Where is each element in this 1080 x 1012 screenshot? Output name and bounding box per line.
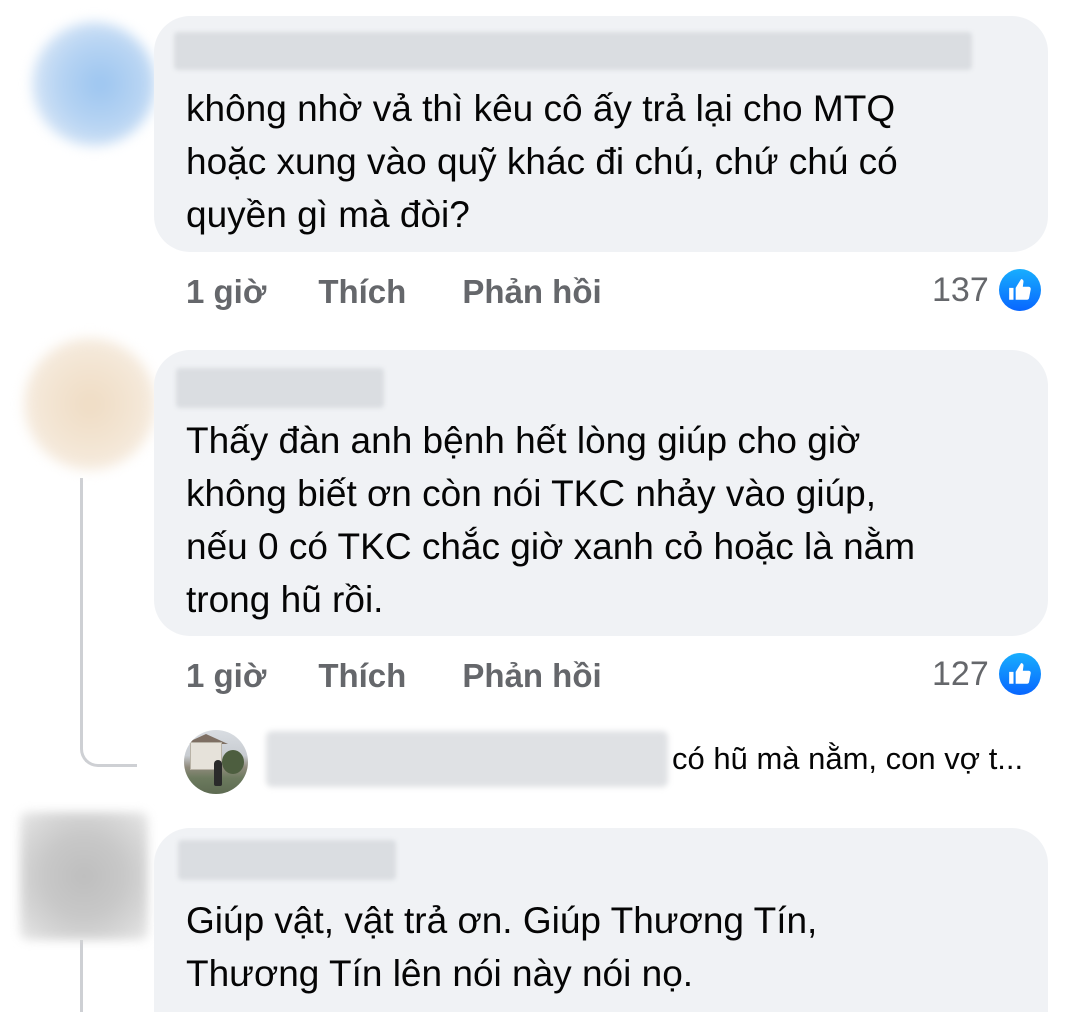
like-thumbs-up-icon xyxy=(998,653,1041,695)
comment-text: không nhờ vả thì kêu cô ấy trả lại cho M… xyxy=(186,88,898,235)
like-button[interactable]: Thích xyxy=(318,657,406,695)
reply-avatar[interactable] xyxy=(184,730,248,794)
reaction-summary[interactable]: 127 xyxy=(932,652,1041,696)
photo-tree xyxy=(222,750,244,774)
like-button[interactable]: Thích xyxy=(318,273,406,311)
comment-timestamp[interactable]: 1 giờ xyxy=(186,273,266,311)
comment-text: Giúp vật, vật trả ơn. Giúp Thương Tín, T… xyxy=(186,900,818,994)
author-name-blurred[interactable] xyxy=(176,368,384,408)
reply-preview[interactable]: có hũ mà nằm, con vợ t... xyxy=(266,730,1023,788)
thread-connector xyxy=(80,700,137,767)
reaction-count: 127 xyxy=(932,654,989,693)
reply-snippet: có hũ mà nằm, con vợ t... xyxy=(672,741,1024,776)
avatar[interactable] xyxy=(20,812,148,940)
thread-line xyxy=(80,478,83,702)
author-name-blurred[interactable] xyxy=(178,840,396,880)
comment-text: Thấy đàn anh bệnh hết lòng giúp cho giờ … xyxy=(186,420,916,620)
comment-actions: 1 giờ Thích Phản hồi xyxy=(186,654,602,698)
reply-button[interactable]: Phản hồi xyxy=(462,657,601,695)
reaction-summary[interactable]: 137 xyxy=(932,268,1041,312)
thread-line xyxy=(80,940,83,1012)
avatar[interactable] xyxy=(24,338,156,470)
author-name-blurred[interactable] xyxy=(174,32,972,70)
reply-author-blurred xyxy=(266,731,668,787)
like-thumbs-up-icon xyxy=(998,269,1041,311)
reply-button[interactable]: Phản hồi xyxy=(462,273,601,311)
comment-timestamp[interactable]: 1 giờ xyxy=(186,657,266,695)
reaction-count: 137 xyxy=(932,270,989,309)
comments-section: không nhờ vả thì kêu cô ấy trả lại cho M… xyxy=(0,0,1080,1012)
avatar[interactable] xyxy=(32,22,156,146)
photo-person xyxy=(214,760,222,786)
comment-actions: 1 giờ Thích Phản hồi xyxy=(186,270,602,314)
